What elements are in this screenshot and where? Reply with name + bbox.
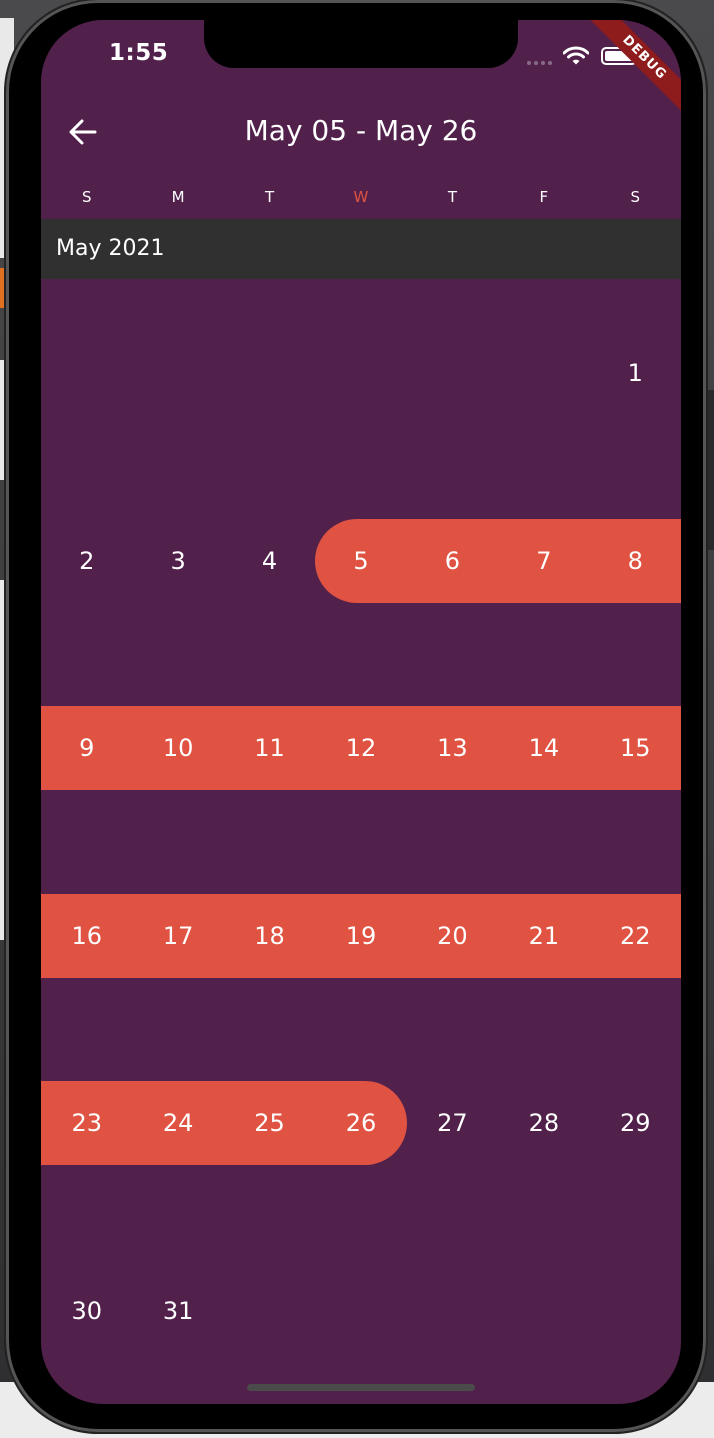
calendar-day-selected[interactable]: 13: [407, 706, 498, 790]
calendar-day-selected[interactable]: 7: [498, 519, 589, 603]
calendar-day[interactable]: 29: [590, 1081, 681, 1165]
calendar-day-selected[interactable]: 26: [315, 1081, 406, 1165]
calendar-grid: 1 2 3 4 5 6 7 8 9 10 11 12 13 14 15 16 17 18 19 20 21 22 23 24 2…: [41, 20, 681, 1404]
calendar-day-selected[interactable]: 14: [498, 706, 589, 790]
calendar-day-selected[interactable]: 16: [41, 894, 132, 978]
calendar-day-selected[interactable]: 11: [224, 706, 315, 790]
phone-frame: 1:55 DEBUG May 05 - May 26 SMTWTFS May 2…: [6, 0, 706, 1432]
calendar-day-selected[interactable]: 8: [590, 519, 681, 603]
calendar-day-selected[interactable]: 25: [224, 1081, 315, 1165]
calendar-day[interactable]: 2: [41, 519, 132, 603]
calendar-day[interactable]: 30: [41, 1269, 132, 1353]
calendar-day-selected[interactable]: 21: [498, 894, 589, 978]
calendar-day[interactable]: 28: [498, 1081, 589, 1165]
app-screen: 1:55 DEBUG May 05 - May 26 SMTWTFS May 2…: [41, 20, 681, 1404]
calendar-day-selected[interactable]: 19: [315, 894, 406, 978]
calendar-day-selected[interactable]: 15: [590, 706, 681, 790]
calendar-day-selected[interactable]: 18: [224, 894, 315, 978]
calendar-day-selected[interactable]: 5: [315, 519, 406, 603]
calendar-day-selected[interactable]: 6: [407, 519, 498, 603]
calendar-day-selected[interactable]: 23: [41, 1081, 132, 1165]
calendar-day-selected[interactable]: 22: [590, 894, 681, 978]
calendar-day-selected[interactable]: 12: [315, 706, 406, 790]
calendar-day[interactable]: 4: [224, 519, 315, 603]
calendar-day-selected[interactable]: 9: [41, 706, 132, 790]
background-accent: [0, 268, 4, 308]
calendar-day[interactable]: 27: [407, 1081, 498, 1165]
calendar-day-selected[interactable]: 20: [407, 894, 498, 978]
home-indicator: [247, 1384, 475, 1391]
calendar-day[interactable]: 1: [590, 331, 681, 415]
calendar-day-selected[interactable]: 17: [132, 894, 223, 978]
calendar-day[interactable]: 3: [132, 519, 223, 603]
calendar-day-selected[interactable]: 10: [132, 706, 223, 790]
calendar-day[interactable]: 31: [132, 1269, 223, 1353]
calendar-day-selected[interactable]: 24: [132, 1081, 223, 1165]
